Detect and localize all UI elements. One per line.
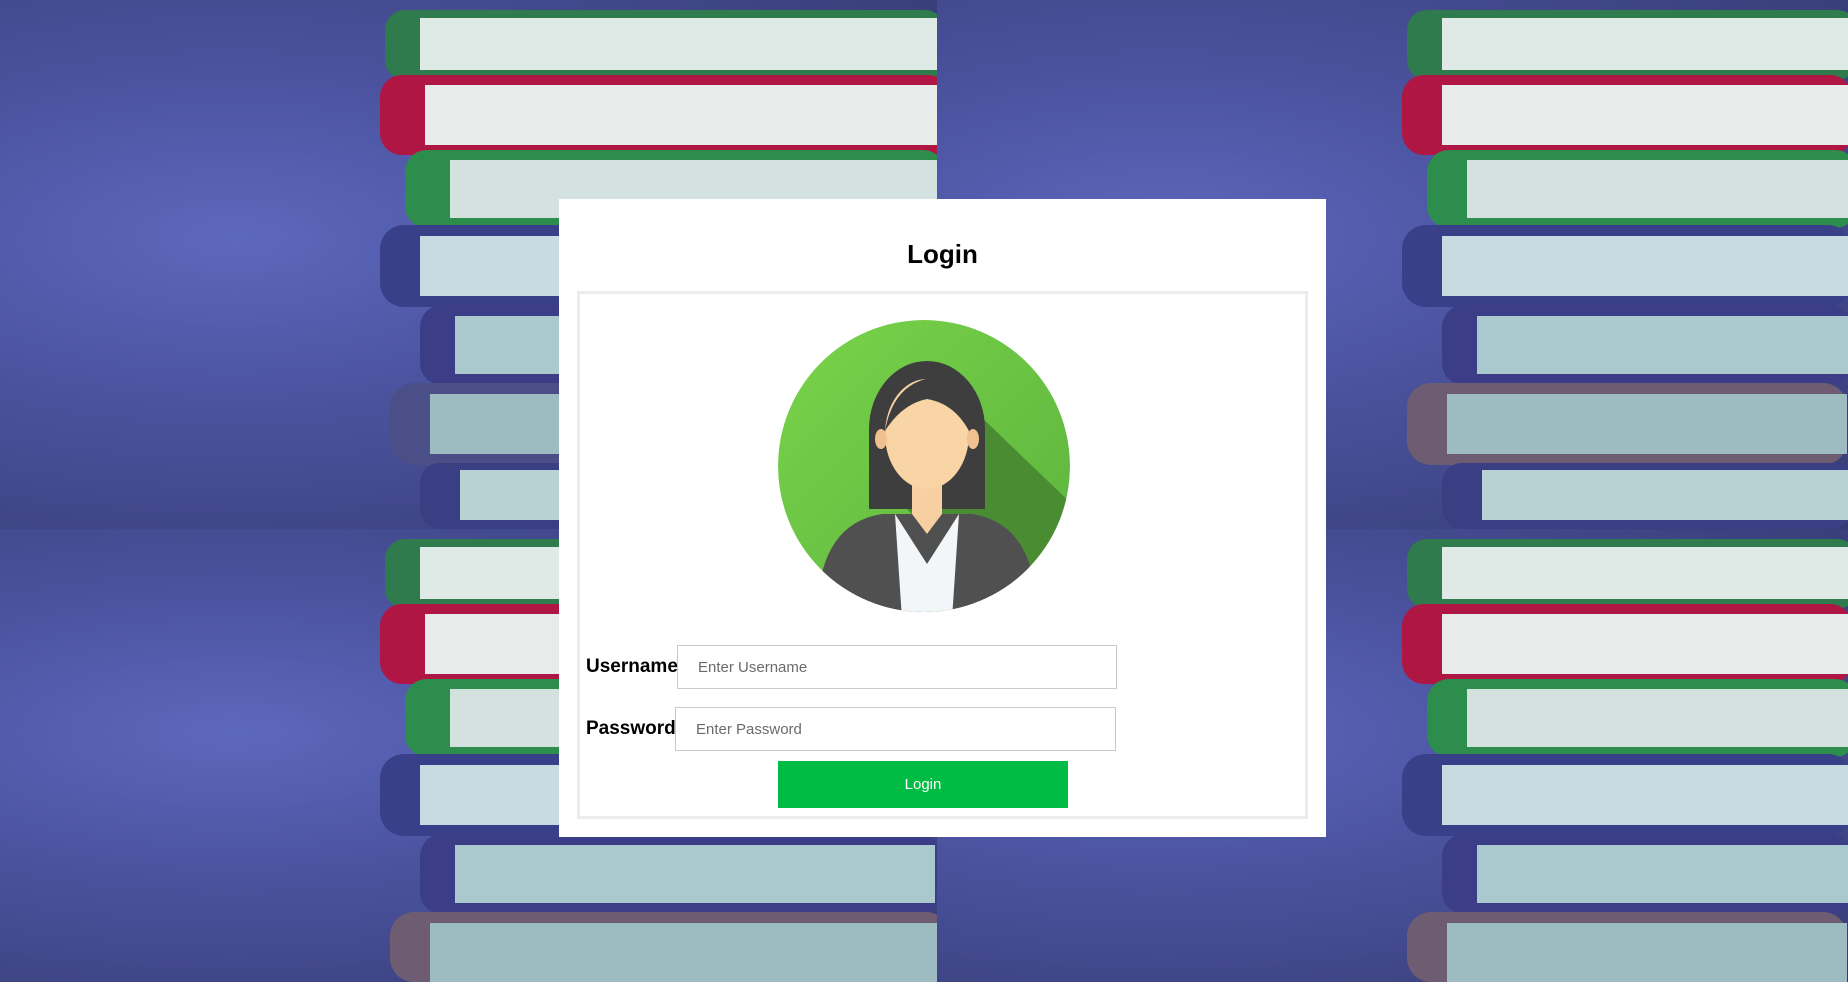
username-label: Username [586, 656, 678, 677]
login-button[interactable]: Login [778, 761, 1068, 808]
username-input[interactable] [677, 645, 1117, 689]
page-title: Login [907, 239, 978, 269]
password-input[interactable] [675, 707, 1116, 751]
user-avatar-icon [778, 320, 1070, 612]
password-label: Password [586, 718, 676, 739]
